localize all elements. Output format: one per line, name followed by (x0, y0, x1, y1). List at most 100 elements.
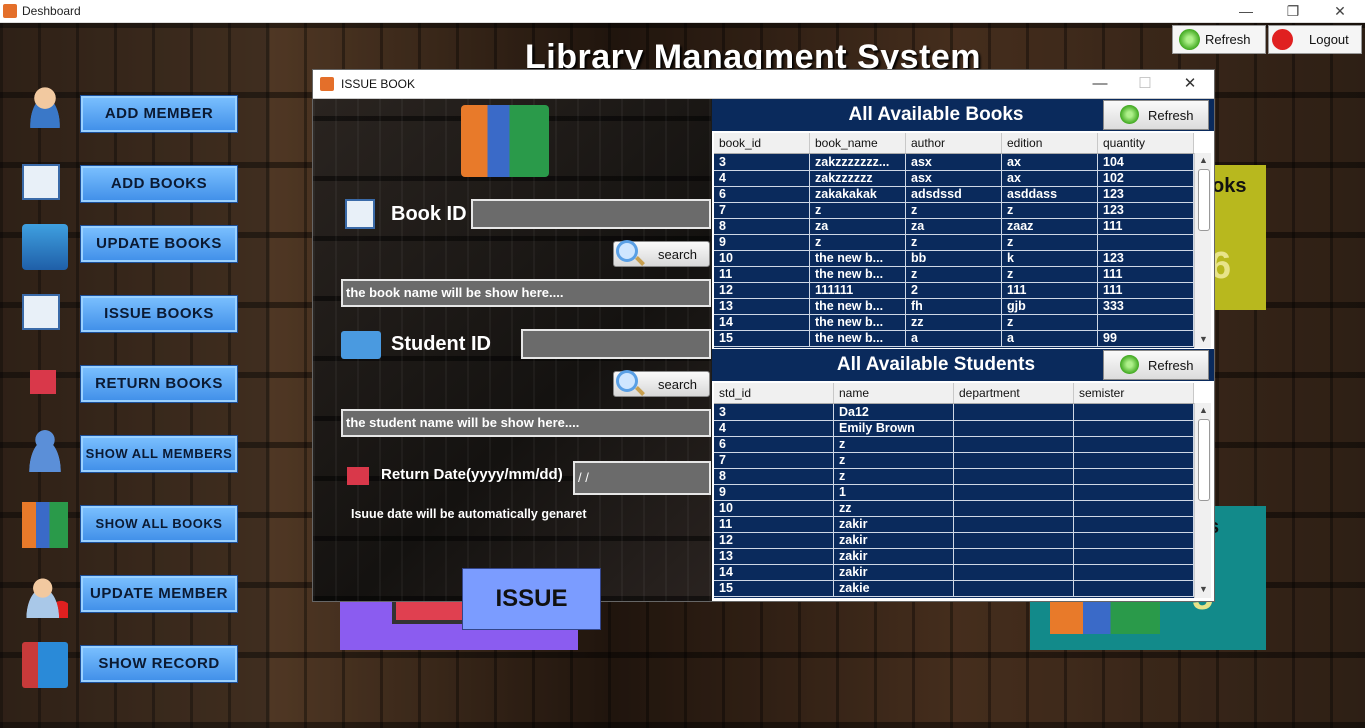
book-search-button[interactable]: search (613, 240, 710, 267)
table-row[interactable]: 3 zakzzzzzzz... asx ax 104 (714, 154, 1194, 171)
table-cell: 12 (714, 282, 810, 298)
update-books-button[interactable]: UPDATE BOOKS (80, 225, 238, 263)
book-id-input[interactable] (471, 199, 711, 229)
dialog-close-button[interactable]: ✕ (1168, 70, 1212, 98)
table-row[interactable]: 4 Emily Brown (714, 420, 1194, 437)
close-button[interactable]: ✕ (1317, 0, 1363, 22)
student-id-input[interactable] (521, 329, 711, 359)
table-row[interactable]: 7 z z z 123 (714, 202, 1194, 219)
table-cell (954, 468, 1074, 484)
table-cell: 15 (714, 330, 810, 346)
add-books-button[interactable]: ADD BOOKS (80, 165, 238, 203)
student-id-label: Student ID (391, 333, 491, 355)
table-row[interactable]: 11 the new b... z z 111 (714, 266, 1194, 283)
book-icon (345, 199, 375, 229)
column-header[interactable]: semister (1074, 383, 1194, 403)
scroll-down-icon[interactable]: ▼ (1199, 334, 1208, 344)
return-date-input[interactable]: / / (573, 461, 711, 495)
table-row[interactable]: 7z (714, 452, 1194, 469)
column-header[interactable]: book_id (714, 133, 810, 153)
table-row[interactable]: 12 111111 2 111 111 (714, 282, 1194, 299)
table-row[interactable]: 14 zakir (714, 564, 1194, 581)
table-row[interactable]: 8z (714, 468, 1194, 485)
table-cell: 15 (714, 580, 834, 596)
table-row[interactable]: 10 the new b... bb k 123 (714, 250, 1194, 267)
scroll-down-icon[interactable]: ▼ (1199, 584, 1208, 594)
column-header[interactable]: department (954, 383, 1074, 403)
table-cell: ax (1002, 170, 1098, 186)
table-cell: the new b... (810, 298, 906, 314)
table-row[interactable]: 4 zakzzzzzz asx ax 102 (714, 170, 1194, 187)
table-cell (1074, 420, 1194, 436)
table-row[interactable]: 11 zakir (714, 516, 1194, 533)
scroll-thumb[interactable] (1198, 419, 1210, 501)
scroll-up-icon[interactable]: ▲ (1199, 155, 1208, 165)
table-cell: 99 (1098, 330, 1194, 346)
table-row[interactable]: 6 zakakakak adsdssd asddass 123 (714, 186, 1194, 203)
table-row[interactable]: 14 the new b... zz z (714, 314, 1194, 331)
students-refresh-button[interactable]: Refresh (1103, 350, 1209, 380)
table-cell: 4 (714, 170, 810, 186)
table-row[interactable]: 15 zakie (714, 580, 1194, 597)
show-all-members-button[interactable]: SHOW ALL MEMBERS (80, 435, 238, 473)
students-table-header: std_id name department semister (714, 383, 1194, 404)
issue-button[interactable]: ISSUE (462, 568, 601, 630)
table-cell: zakir (834, 548, 954, 564)
minimize-button[interactable]: — (1223, 0, 1269, 22)
scroll-up-icon[interactable]: ▲ (1199, 405, 1208, 415)
table-cell: 11 (714, 266, 810, 282)
column-header[interactable]: name (834, 383, 954, 403)
column-header[interactable]: std_id (714, 383, 834, 403)
student-name-field: the student name will be show here.... (341, 409, 711, 437)
column-header[interactable]: book_name (810, 133, 906, 153)
return-books-button[interactable]: RETURN BOOKS (80, 365, 238, 403)
table-row[interactable]: 13 the new b... fh gjb 333 (714, 298, 1194, 315)
table-row[interactable]: 9zzz (714, 234, 1194, 251)
table-cell: asddass (1002, 186, 1098, 202)
java-app-icon (3, 4, 17, 18)
table-cell: za (906, 218, 1002, 234)
record-book-icon (22, 642, 68, 688)
table-cell: zakir (834, 532, 954, 548)
table-row[interactable]: 6z (714, 436, 1194, 453)
column-header[interactable]: author (906, 133, 1002, 153)
column-header[interactable]: quantity (1098, 133, 1194, 153)
table-cell (954, 548, 1074, 564)
students-scrollbar[interactable]: ▲ ▼ (1194, 403, 1211, 598)
column-header[interactable]: edition (1002, 133, 1098, 153)
show-all-books-button[interactable]: SHOW ALL BOOKS (80, 505, 238, 543)
books-refresh-button[interactable]: Refresh (1103, 100, 1209, 130)
scroll-thumb[interactable] (1198, 169, 1210, 231)
issue-books-button[interactable]: ISSUE BOOKS (80, 295, 238, 333)
table-cell: zaaz (1002, 218, 1098, 234)
logout-button[interactable]: Logout (1268, 25, 1362, 54)
show-record-button[interactable]: SHOW RECORD (80, 645, 238, 683)
table-row[interactable]: 3 Da12 (714, 404, 1194, 421)
table-row[interactable]: 15 the new b... a a 99 (714, 330, 1194, 347)
table-cell: Emily Brown (834, 420, 954, 436)
table-row[interactable]: 13 zakir (714, 548, 1194, 565)
table-cell: 111 (1002, 282, 1098, 298)
table-cell: 6 (714, 186, 810, 202)
table-row[interactable]: 8 za za zaaz 111 (714, 218, 1194, 235)
table-row[interactable]: 12 zakir (714, 532, 1194, 549)
books-scrollbar[interactable]: ▲ ▼ (1194, 153, 1211, 348)
issue-form-panel: Book ID search the book name will be sho… (313, 99, 711, 630)
table-cell: zz (906, 314, 1002, 330)
dialog-minimize-button[interactable]: — (1078, 70, 1122, 98)
dialog-maximize-button[interactable]: ☐ (1123, 70, 1167, 98)
student-search-button[interactable]: search (613, 370, 710, 397)
update-member-button[interactable]: UPDATE MEMBER (80, 575, 238, 613)
refresh-button[interactable]: Refresh (1172, 25, 1266, 54)
magnifier-icon (616, 370, 638, 392)
table-row[interactable]: 91 (714, 484, 1194, 501)
table-row[interactable]: 10 zz (714, 500, 1194, 517)
students-section-header: All Available Students Refresh (712, 349, 1214, 381)
maximize-button[interactable]: ❐ (1270, 0, 1316, 22)
table-cell: Da12 (834, 404, 954, 420)
books-count-card: oks 6 (1208, 165, 1266, 310)
table-cell: the new b... (810, 330, 906, 346)
add-member-button[interactable]: ADD MEMBER (80, 95, 238, 133)
student-search-label: search (658, 377, 698, 392)
logout-icon (1272, 29, 1293, 50)
